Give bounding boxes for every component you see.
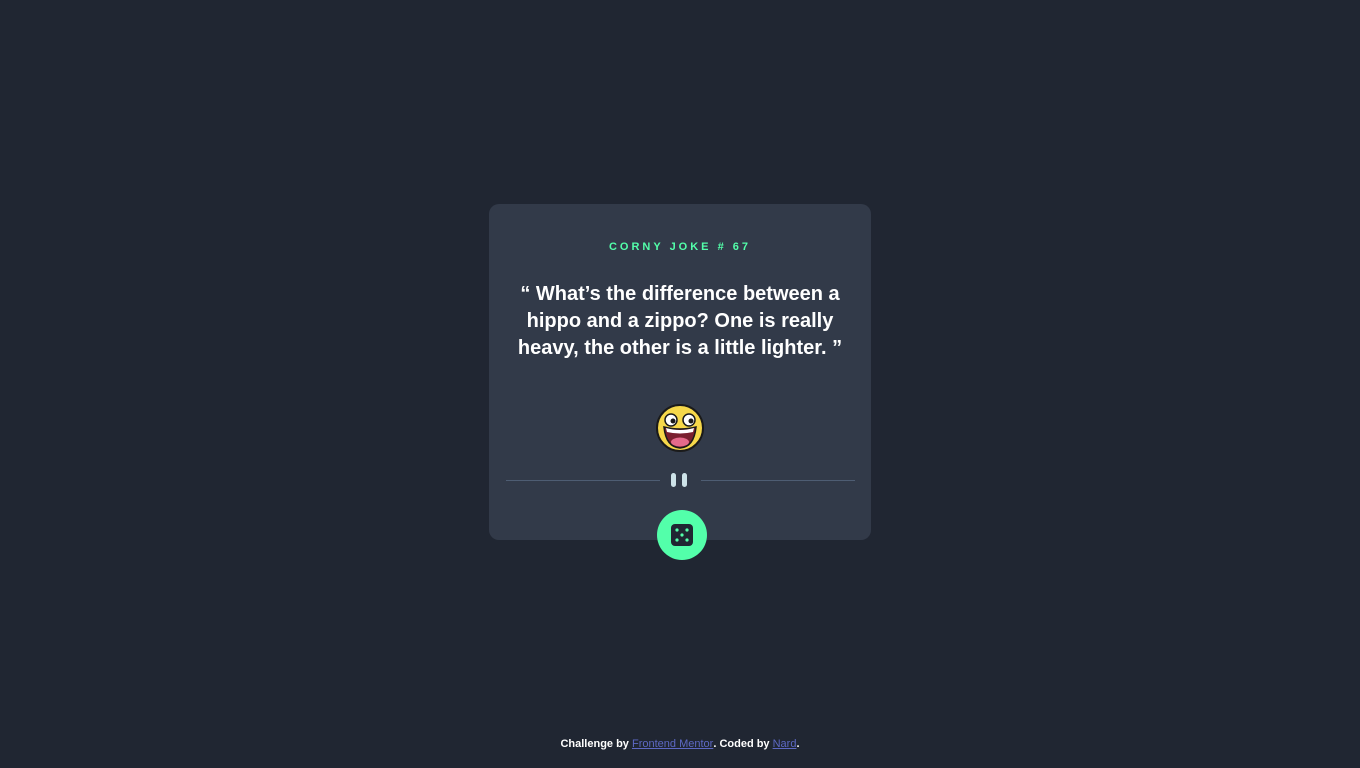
author-link[interactable]: Nard: [773, 738, 797, 750]
joke-card: CORNY JOKE # 67 “ What’s the difference …: [489, 204, 871, 540]
pause-icon: [671, 473, 689, 487]
joke-id: CORNY JOKE # 67: [608, 241, 751, 253]
divider: [506, 473, 855, 487]
footer-prefix: Challenge by: [560, 738, 632, 750]
footer-suffix: .: [796, 738, 800, 750]
new-joke-dice-button[interactable]: [657, 510, 707, 560]
frontend-mentor-link[interactable]: Frontend Mentor: [632, 738, 713, 750]
footer-middle: . Coded by: [713, 738, 773, 750]
divider-line-left: [506, 480, 660, 481]
dice-icon: [671, 524, 693, 546]
laughing-face-icon: [656, 404, 704, 452]
footer-attribution: Challenge by Frontend Mentor. Coded by N…: [0, 738, 1360, 750]
divider-line-right: [701, 480, 855, 481]
page: CORNY JOKE # 67 “ What’s the difference …: [0, 0, 1360, 768]
joke-quote: “ What’s the difference between a hippo …: [517, 283, 843, 359]
